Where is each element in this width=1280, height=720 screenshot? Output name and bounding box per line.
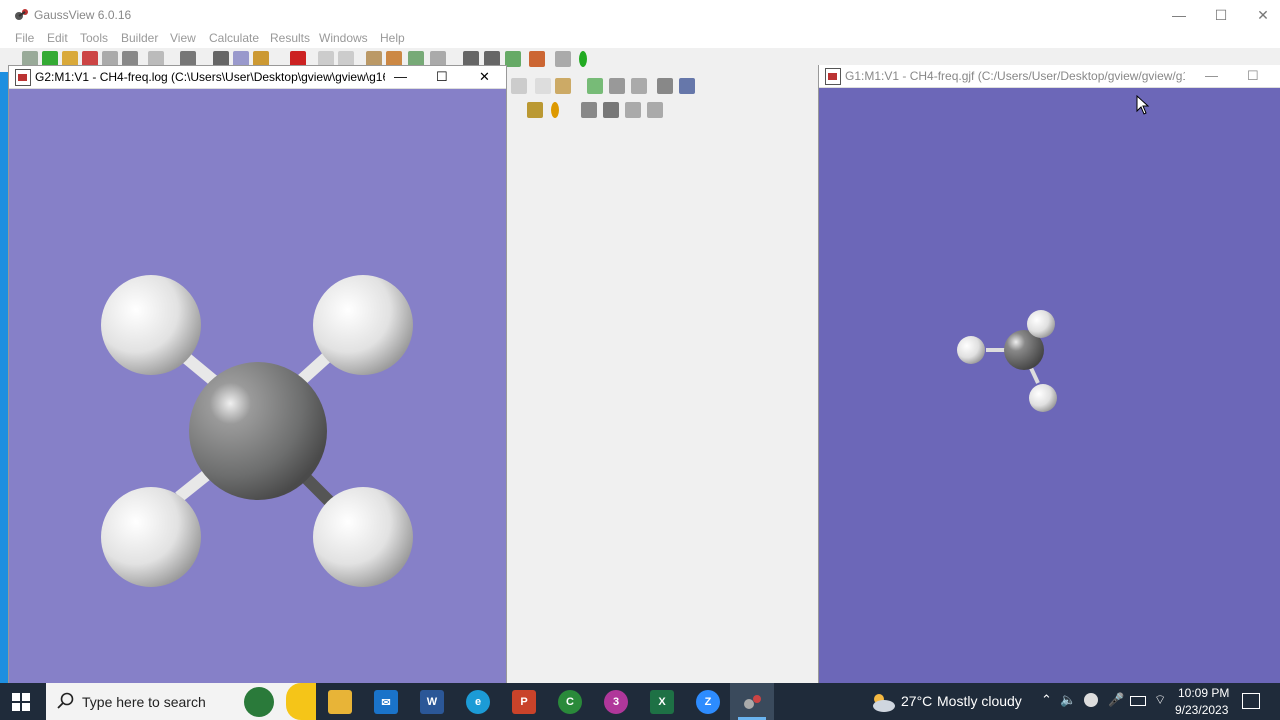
right-maximize-button[interactable]: ☐	[1247, 68, 1259, 84]
hydrogen-atom-2	[313, 275, 413, 375]
weather-cloudy-icon	[870, 691, 896, 716]
left-molecule-window[interactable]: G2:M1:V1 - CH4-freq.log (C:\Users\User\D…	[8, 65, 507, 685]
search-placeholder: Type here to search	[82, 694, 206, 710]
network-error-icon[interactable]	[1084, 693, 1098, 707]
mail-icon[interactable]: ✉	[374, 690, 398, 714]
menu-tools[interactable]: Tools	[80, 31, 108, 45]
excel-icon[interactable]: X	[650, 690, 674, 714]
menu-view[interactable]: View	[170, 31, 196, 45]
align-icon[interactable]	[631, 78, 647, 94]
left-window-title: G2:M1:V1 - CH4-freq.log (C:\Users\User\D…	[35, 70, 385, 84]
methane-model-small	[957, 310, 1057, 412]
file-explorer-icon[interactable]	[328, 690, 352, 714]
left-close-button[interactable]: ✕	[479, 69, 490, 85]
weather-temperature[interactable]: 27°C	[901, 693, 932, 709]
menu-file[interactable]: File	[15, 31, 34, 45]
hydrogen-atom-1	[101, 275, 201, 375]
document-icon	[15, 69, 31, 86]
windows-start-icon[interactable]	[12, 693, 30, 711]
menu-calculate[interactable]: Calculate	[209, 31, 259, 45]
menu-bar: File Edit Tools Builder View Calculate R…	[0, 30, 1280, 48]
3d-app-icon[interactable]: 3	[604, 690, 628, 714]
search-highlight-icon	[286, 683, 316, 720]
notification-icon[interactable]	[1242, 693, 1260, 709]
taskbar-search-box[interactable]: Type here to search	[46, 683, 316, 720]
clock-date[interactable]: 9/23/2023	[1175, 703, 1228, 717]
layers-icon[interactable]	[529, 51, 545, 67]
camera-icon[interactable]	[657, 78, 673, 94]
clock-time[interactable]: 10:09 PM	[1178, 686, 1229, 700]
gaussview-icon	[742, 691, 764, 716]
arrow-left-icon[interactable]	[625, 102, 641, 118]
right-window-title: G1:M1:V1 - CH4-freq.gjf (C:/Users/User/D…	[845, 69, 1185, 83]
document-icon	[825, 68, 841, 85]
app-title: GaussView 6.0.16	[34, 8, 132, 22]
methane-model-large	[101, 275, 413, 587]
secondary-toolbar	[507, 72, 820, 122]
hydrogen-atom-top	[1027, 310, 1055, 338]
hydrogen-atom-3	[101, 487, 201, 587]
powerpoint-icon[interactable]: P	[512, 690, 536, 714]
left-edge	[0, 72, 8, 683]
carbon-atom	[189, 362, 327, 500]
gaussview-taskbar-button[interactable]	[730, 683, 774, 720]
right-molecule-window[interactable]: G1:M1:V1 - CH4-freq.gjf (C:/Users/User/D…	[818, 65, 1280, 683]
taskbar: Type here to search ✉ W e P C 3 X Z 27°C…	[0, 683, 1280, 720]
menu-builder[interactable]: Builder	[121, 31, 158, 45]
close-button[interactable]: ✕	[1242, 0, 1280, 30]
word-icon[interactable]: W	[420, 690, 444, 714]
arrow-right-icon[interactable]	[647, 102, 663, 118]
cascade-icon[interactable]	[581, 102, 597, 118]
menu-results[interactable]: Results	[270, 31, 310, 45]
right-3d-viewport[interactable]	[819, 88, 1280, 683]
menu-help[interactable]: Help	[380, 31, 405, 45]
battery-icon[interactable]	[1130, 696, 1146, 706]
chevron-up-icon[interactable]: ⌃	[1041, 692, 1052, 708]
rotate-icon[interactable]	[679, 78, 695, 94]
hydrogen-atom-left	[957, 336, 985, 364]
left-minimize-button[interactable]: —	[394, 69, 407, 84]
atom-icon[interactable]	[579, 51, 587, 67]
zoom-icon[interactable]: Z	[696, 690, 720, 714]
scatter-icon[interactable]	[555, 78, 571, 94]
menu-edit[interactable]: Edit	[47, 31, 68, 45]
globe-icon	[244, 687, 274, 717]
tile-icon[interactable]	[603, 102, 619, 118]
gaussview-app-icon	[14, 7, 30, 23]
middle-panel	[505, 72, 822, 683]
zoom-in-icon[interactable]	[587, 78, 603, 94]
right-minimize-button[interactable]: —	[1205, 68, 1218, 83]
wifi-icon[interactable]: ⌔	[1154, 692, 1166, 708]
speaker-icon[interactable]: 🔈	[1060, 692, 1076, 708]
light-icon[interactable]	[551, 102, 559, 118]
left-3d-viewport[interactable]	[9, 89, 506, 684]
diamond-icon[interactable]	[555, 51, 571, 67]
maximize-button[interactable]: ☐	[1200, 0, 1242, 30]
edge-icon[interactable]: e	[466, 690, 490, 714]
link-icon[interactable]	[505, 51, 521, 67]
toolbar-continuation	[505, 48, 820, 72]
microphone-icon[interactable]: 🎤	[1108, 692, 1124, 708]
left-window-titlebar[interactable]: G2:M1:V1 - CH4-freq.log (C:\Users\User\D…	[9, 66, 506, 89]
menu-windows[interactable]: Windows	[319, 31, 368, 45]
fit-icon[interactable]	[609, 78, 625, 94]
main-titlebar: GaussView 6.0.16 — ☐ ✕	[0, 0, 1280, 30]
multi-view-icon[interactable]	[527, 102, 543, 118]
pointer-icon[interactable]	[535, 78, 551, 94]
left-maximize-button[interactable]: ☐	[436, 69, 448, 85]
minimize-button[interactable]: —	[1158, 0, 1200, 30]
search-icon	[56, 692, 74, 713]
select-icon[interactable]	[511, 78, 527, 94]
weather-condition[interactable]: Mostly cloudy	[937, 693, 1022, 709]
right-window-titlebar[interactable]: G1:M1:V1 - CH4-freq.gjf (C:/Users/User/D…	[819, 65, 1280, 88]
hydrogen-atom-4	[313, 487, 413, 587]
chemdraw-icon[interactable]: C	[558, 690, 582, 714]
hydrogen-atom-bottom	[1029, 384, 1057, 412]
mouse-cursor-icon	[1136, 94, 1150, 118]
